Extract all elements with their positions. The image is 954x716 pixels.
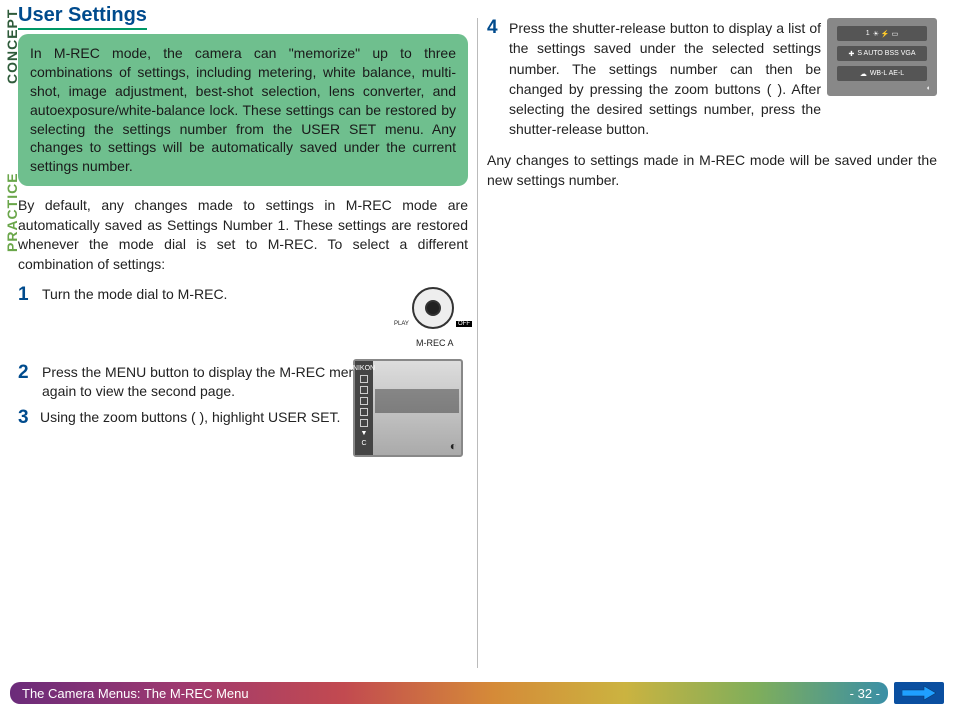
lcd-c: C xyxy=(361,440,366,447)
step-body: Turn the mode dial to M-REC. xyxy=(42,285,390,304)
next-page-button[interactable] xyxy=(894,682,944,704)
footer-text: The Camera Menus: The M-REC Menu xyxy=(22,686,249,701)
right-column: 4 Press the shutter-release button to di… xyxy=(487,18,937,190)
column-divider xyxy=(477,18,478,668)
left-column: CONCEPT PRACTICE In M-REC mode, the came… xyxy=(18,34,468,435)
settings-lcd-icon: 1 ☀ ⚡ ▭ ✚S AUTO BSS VGA ☁WB-L AE-L ◐ xyxy=(827,18,937,96)
mode-dial-icon: PLAY OFF M-REC A xyxy=(398,285,468,355)
page-number: - 32 - xyxy=(850,686,880,701)
mini-lcd-row2: S AUTO BSS VGA xyxy=(857,50,915,57)
arrow-right-icon xyxy=(902,685,936,701)
step-number: 2 xyxy=(18,363,34,382)
step-number: 1 xyxy=(18,285,34,304)
page-title: User Settings xyxy=(18,4,147,30)
nikon-logo-icon: ◐ xyxy=(450,439,457,453)
dial-mrec-label: M-REC A xyxy=(416,338,454,348)
step-number: 4 xyxy=(487,18,503,37)
step-body: Press the shutter-release button to disp… xyxy=(509,18,821,140)
dial-off-label: OFF xyxy=(456,321,472,327)
lcd-brand: NIKON xyxy=(353,365,375,372)
practice-intro: By default, any changes made to settings… xyxy=(18,196,468,274)
concept-box: In M-REC mode, the camera can "memorize"… xyxy=(18,34,468,186)
practice-side-label: PRACTICE xyxy=(4,172,20,252)
mini-lcd-row3: WB-L AE-L xyxy=(870,70,904,77)
footer: The Camera Menus: The M-REC Menu - 32 - xyxy=(10,682,944,704)
dial-play-label: PLAY xyxy=(394,321,409,327)
step-number: 3 xyxy=(18,408,34,427)
step-1: 1 Turn the mode dial to M-REC. PLAY OFF … xyxy=(18,285,468,355)
footer-bar: The Camera Menus: The M-REC Menu - 32 - xyxy=(10,682,888,704)
after-step4-text: Any changes to settings made in M-REC mo… xyxy=(487,150,937,191)
menu-lcd-icon: NIKON ▼ C ◐ xyxy=(353,359,463,457)
step-4: 4 Press the shutter-release button to di… xyxy=(487,18,937,140)
concept-side-label: CONCEPT xyxy=(4,9,20,84)
mini-lcd-row1: 1 xyxy=(866,30,870,37)
